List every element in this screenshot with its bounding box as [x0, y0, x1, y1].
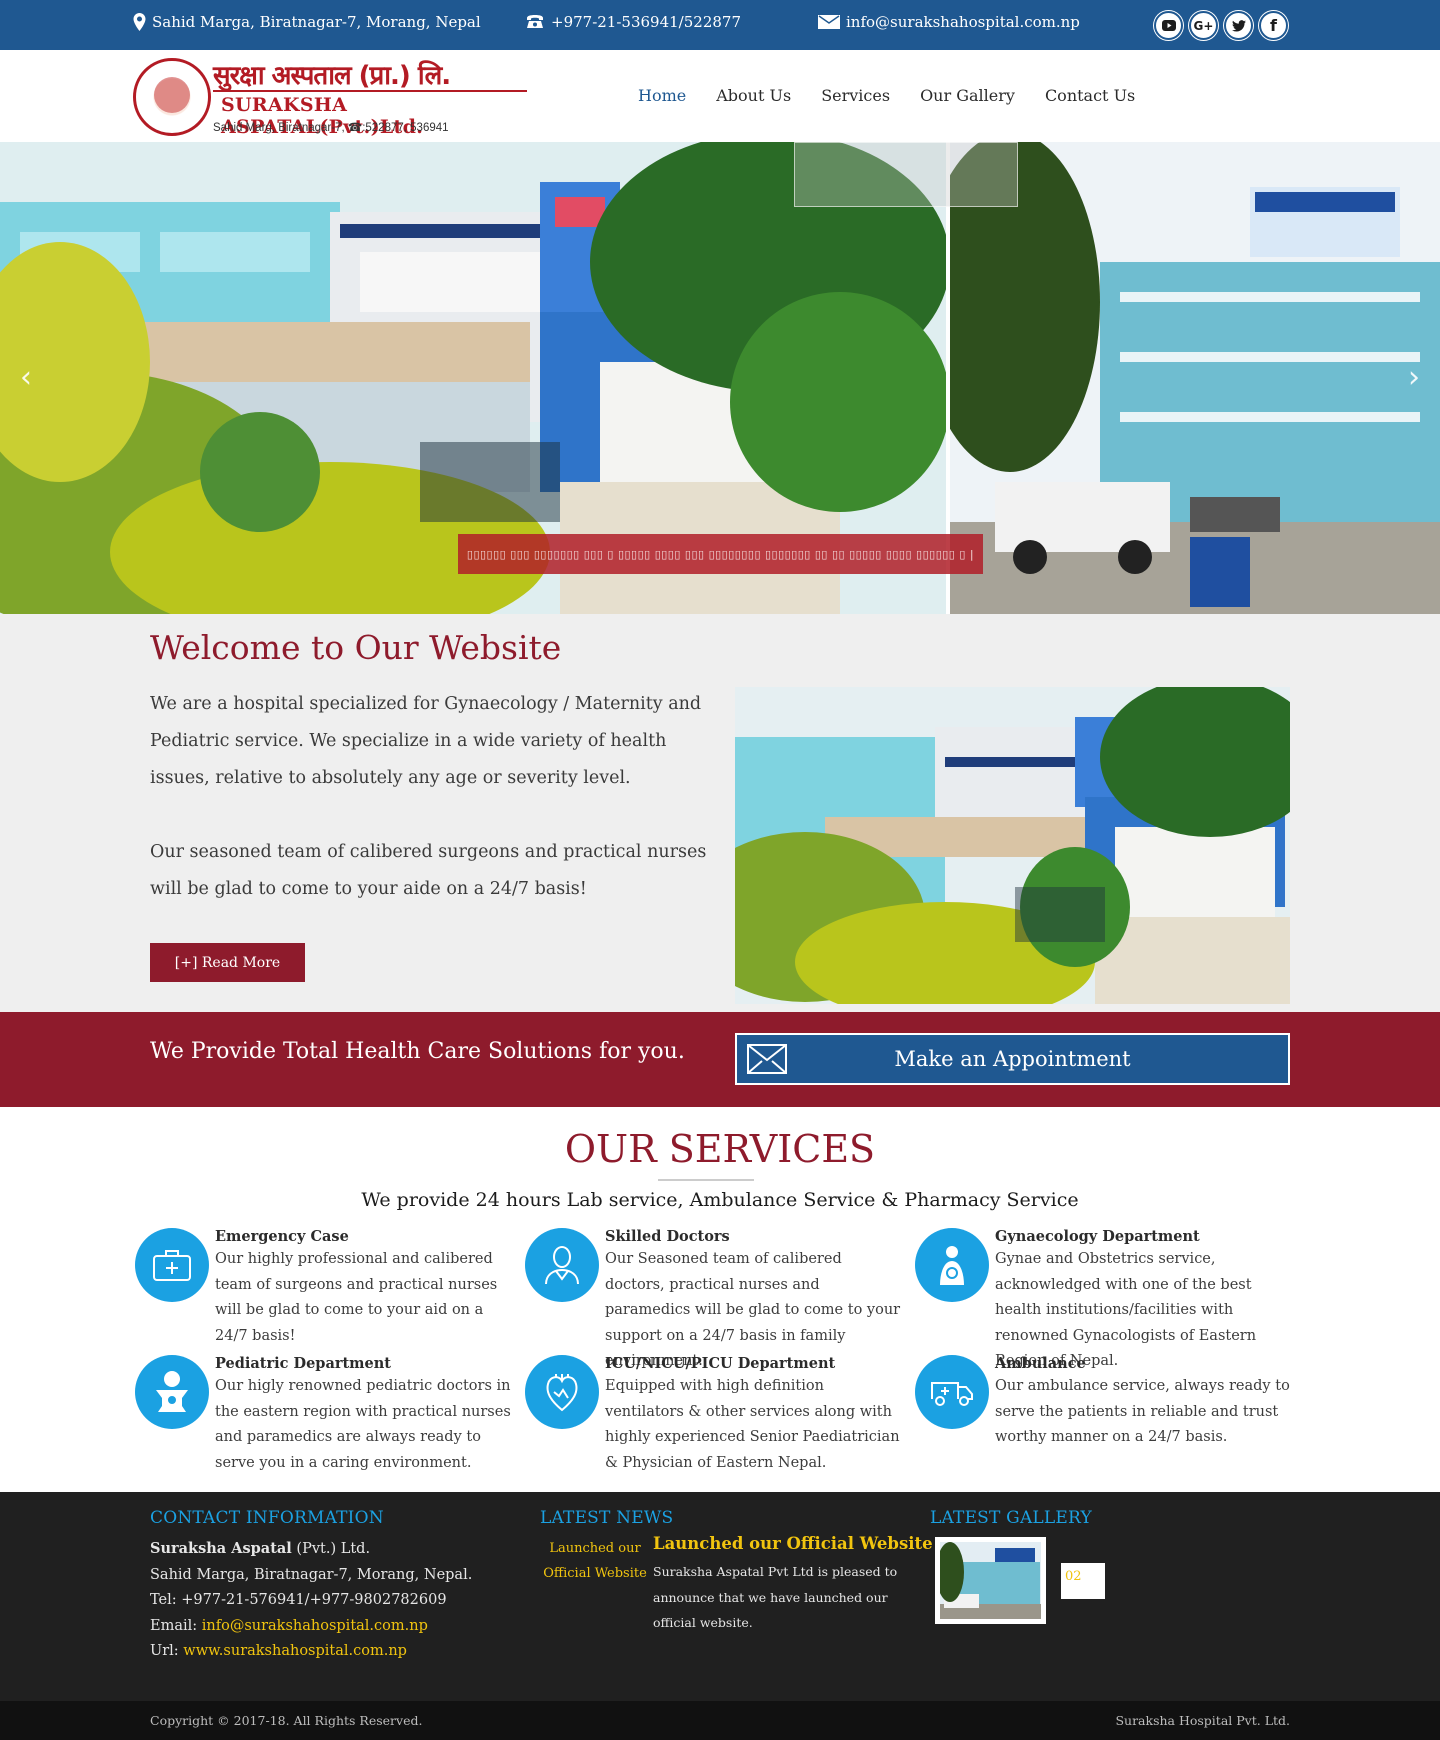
news-title-link[interactable]: Launched our Official Website: [653, 1534, 933, 1553]
slider-prev-button[interactable]: ‹: [20, 360, 32, 395]
slide-hospital-side: [920, 142, 1440, 614]
ambulance-icon: [915, 1355, 989, 1429]
nav-home[interactable]: Home: [638, 86, 686, 105]
topbar-phone: +977-21-536941/522877: [551, 13, 741, 31]
welcome-title: Welcome to Our Website: [150, 628, 562, 667]
doctor-icon: [525, 1228, 599, 1302]
logo-nepali-name: सुरक्षा अस्पताल (प्रा.) लि.: [213, 61, 451, 91]
location-pin-icon: [133, 13, 146, 31]
address-info: Sahid Marga, Biratnagar-7, Morang, Nepal: [133, 13, 481, 31]
make-appointment-button[interactable]: Make an Appointment: [735, 1033, 1290, 1085]
site-header: सुरक्षा अस्पताल (प्रा.) लि. SURAKSHA ASP…: [0, 50, 1440, 142]
contact-email-label: Email:: [150, 1617, 202, 1634]
gallery-heading: LATEST GALLERY: [930, 1508, 1092, 1528]
logo-seal-icon: [133, 58, 211, 136]
mother-baby-icon: [915, 1228, 989, 1302]
nav-services[interactable]: Services: [821, 86, 890, 105]
service-title: ICU/NICU/PICU Department: [605, 1355, 836, 1372]
nav-dropdown-ghost: [794, 142, 1018, 207]
services-section: OUR SERVICES We provide 24 hours Lab ser…: [0, 1107, 1440, 1492]
contact-email-link[interactable]: info@surakshahospital.com.np: [202, 1618, 428, 1634]
copyright-bar: Copyright © 2017-18. All Rights Reserved…: [0, 1701, 1440, 1740]
contact-address: Sahid Marga, Biratnagar-7, Morang, Nepal…: [150, 1566, 473, 1583]
service-title: Emergency Case: [215, 1228, 349, 1245]
contact-url-row: Url: www.surakshahospital.com.np: [150, 1639, 472, 1665]
envelope-icon: [818, 15, 840, 29]
contact-heading: CONTACT INFORMATION: [150, 1508, 384, 1528]
twitter-icon[interactable]: [1224, 11, 1253, 40]
hero-slider: ‹ › ▯▯▯▯▯▯ ▯▯▯ ▯▯▯▯▯▯▯ ▯▯▯ ▯ ▯▯▯▯▯ ▯▯▯▯ …: [0, 142, 1440, 614]
slider-next-button[interactable]: ›: [1408, 360, 1420, 395]
service-desc: Our higly renowned pediatric doctors in …: [215, 1378, 511, 1471]
envelope-icon: [747, 1044, 787, 1074]
contact-email-row: Email: info@surakshahospital.com.np: [150, 1614, 472, 1640]
service-title: Pediatric Department: [215, 1355, 391, 1372]
service-desc: Equipped with high definition ventilator…: [605, 1378, 900, 1471]
welcome-hospital-photo: [735, 687, 1290, 1004]
contact-tel: Tel: +977-21-576941/+977-9802782609: [150, 1592, 447, 1608]
first-aid-kit-icon: [135, 1228, 209, 1302]
service-title: Gynaecology Department: [995, 1228, 1200, 1245]
baby-icon: [135, 1355, 209, 1429]
logo-divider: [213, 90, 527, 92]
health-care-slogan: We Provide Total Health Care Solutions f…: [150, 1039, 685, 1064]
top-bar: Sahid Marga, Biratnagar-7, Morang, Nepal…: [0, 0, 1440, 50]
nav-our-gallery[interactable]: Our Gallery: [920, 86, 1015, 105]
welcome-paragraph-2: Our seasoned team of calibered surgeons …: [150, 842, 707, 899]
welcome-paragraph-1: We are a hospital specialized for Gynaec…: [150, 694, 702, 788]
google-plus-icon[interactable]: G+: [1189, 11, 1218, 40]
contact-org-name: Suraksha Aspatal: [150, 1540, 292, 1557]
heart-icon: [525, 1355, 599, 1429]
service-title: Skilled Doctors: [605, 1228, 730, 1245]
welcome-text: We are a hospital specialized for Gynaec…: [150, 686, 720, 908]
youtube-icon[interactable]: [1154, 11, 1183, 40]
topbar-email[interactable]: info@surakshahospital.com.np: [846, 13, 1080, 31]
news-broken-image[interactable]: Launched our Official Website: [542, 1536, 648, 1586]
service-desc: Our ambulance service, always ready to s…: [995, 1378, 1290, 1445]
slider-caption: ▯▯▯▯▯▯ ▯▯▯ ▯▯▯▯▯▯▯ ▯▯▯ ▯ ▯▯▯▯▯ ▯▯▯▯ ▯▯▯ …: [458, 534, 983, 574]
main-nav: Home About Us Services Our Gallery Conta…: [638, 86, 1135, 105]
news-text: Suraksha Aspatal Pvt Ltd is pleased to a…: [653, 1564, 898, 1630]
social-links: G+ f: [1154, 11, 1288, 40]
contact-info: Suraksha Aspatal (Pvt.) Ltd. Sahid Marga…: [150, 1536, 472, 1665]
hospital-side-photo: [920, 142, 1440, 614]
gallery-broken-image[interactable]: 02: [1061, 1563, 1105, 1599]
welcome-section: Welcome to Our Website We are a hospital…: [0, 614, 1440, 1012]
contact-url-label: Url:: [150, 1643, 184, 1659]
nav-about-us[interactable]: About Us: [716, 86, 791, 105]
services-subtitle: We provide 24 hours Lab service, Ambulan…: [361, 1189, 1079, 1211]
service-desc: Our highly professional and calibered te…: [215, 1251, 498, 1344]
contact-org: Suraksha Aspatal (Pvt.) Ltd.: [150, 1536, 472, 1563]
topbar-address: Sahid Marga, Biratnagar-7, Morang, Nepal: [152, 13, 481, 31]
contact-url-link[interactable]: www.surakshahospital.com.np: [183, 1643, 407, 1659]
services-title: OUR SERVICES: [564, 1127, 876, 1171]
nav-contact-us[interactable]: Contact Us: [1045, 86, 1135, 105]
email-info: info@surakshahospital.com.np: [818, 13, 1080, 31]
services-title-underline: [658, 1179, 754, 1181]
facebook-icon[interactable]: f: [1259, 11, 1288, 40]
site-footer: CONTACT INFORMATION Suraksha Aspatal (Pv…: [0, 1492, 1440, 1701]
make-appointment-label: Make an Appointment: [894, 1047, 1131, 1071]
read-more-button[interactable]: [+] Read More: [150, 943, 305, 982]
service-title: Ambulance: [995, 1355, 1086, 1372]
phone-info: +977-21-536941/522877: [525, 13, 741, 31]
contact-org-suffix: (Pvt.) Ltd.: [291, 1541, 371, 1557]
copyright-company: Suraksha Hospital Pvt. Ltd.: [1115, 1713, 1290, 1728]
site-logo[interactable]: सुरक्षा अस्पताल (प्रा.) लि. SURAKSHA ASP…: [133, 56, 527, 138]
logo-address: Sahid Marg, Biratnagar-7, ☎:522877, 5369…: [213, 122, 449, 134]
phone-icon: [527, 15, 543, 28]
news-heading: LATEST NEWS: [540, 1508, 674, 1528]
appointment-band: We Provide Total Health Care Solutions f…: [0, 1012, 1440, 1107]
gallery-thumbnail[interactable]: [935, 1537, 1046, 1624]
copyright-text: Copyright © 2017-18. All Rights Reserved…: [150, 1713, 423, 1728]
